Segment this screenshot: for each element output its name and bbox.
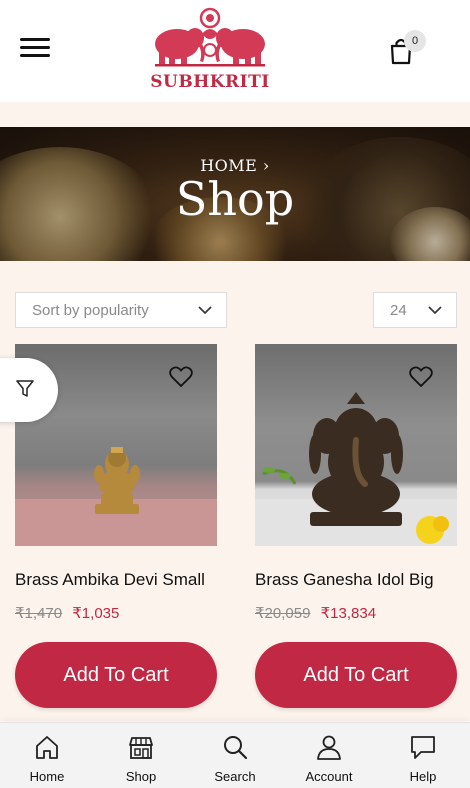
per-page-select[interactable]: 24: [373, 292, 457, 328]
store-icon: [129, 737, 153, 759]
product-name[interactable]: Brass Ganesha Idol Big: [255, 570, 457, 590]
nav-label: Help: [409, 769, 437, 784]
brand-name: SUBHKRITI: [150, 72, 270, 92]
sale-price: ₹1,035: [72, 605, 120, 622]
product-name[interactable]: Brass Ambika Devi Small: [15, 570, 217, 590]
nav-home[interactable]: Home: [0, 723, 94, 788]
nav-search[interactable]: Search: [188, 723, 282, 788]
add-to-cart-button[interactable]: Add To Cart: [15, 642, 217, 708]
search-icon: [224, 736, 248, 760]
hamburger-menu-icon[interactable]: [20, 38, 50, 60]
header-spacer: [0, 102, 470, 127]
nav-label: Home: [29, 769, 65, 784]
nav-label: Account: [305, 769, 353, 784]
nav-account[interactable]: Account: [282, 723, 376, 788]
product-image[interactable]: [255, 344, 457, 546]
sort-select[interactable]: Sort by popularity: [15, 292, 227, 328]
original-price: ₹1,470: [15, 605, 63, 622]
user-icon: [317, 735, 341, 760]
original-price: ₹20,059: [255, 605, 311, 622]
bottom-navigation: Home Shop Search Account Help: [0, 722, 470, 788]
wishlist-heart-icon[interactable]: [409, 366, 433, 388]
product-price: ₹1,470 ₹1,035: [15, 604, 217, 622]
cart-count-badge: 0: [404, 30, 426, 52]
nav-shop[interactable]: Shop: [94, 723, 188, 788]
nav-label: Shop: [125, 769, 157, 784]
brand-logo[interactable]: SUBHKRITI: [145, 4, 275, 92]
chevron-down-icon: [198, 306, 212, 315]
site-header: SUBHKRITI 0: [0, 0, 470, 102]
chat-icon: [411, 736, 435, 759]
elephant-logo-icon: [155, 7, 265, 67]
page-title: Shop: [175, 172, 295, 226]
product-price: ₹20,059 ₹13,834: [255, 604, 457, 622]
home-icon: [36, 736, 58, 759]
filter-icon: [16, 380, 34, 397]
chevron-down-icon: [428, 306, 442, 315]
add-to-cart-button[interactable]: Add To Cart: [255, 642, 457, 708]
sale-price: ₹13,834: [320, 605, 377, 622]
product-card[interactable]: Brass Ganesha Idol Big ₹20,059 ₹13,834 A…: [255, 344, 457, 708]
wishlist-heart-icon[interactable]: [169, 366, 193, 388]
sort-select-value: Sort by popularity: [32, 302, 149, 319]
nav-label: Search: [214, 769, 256, 784]
cart-button[interactable]: 0: [386, 30, 430, 66]
nav-help[interactable]: Help: [376, 723, 470, 788]
per-page-value: 24: [390, 302, 407, 319]
